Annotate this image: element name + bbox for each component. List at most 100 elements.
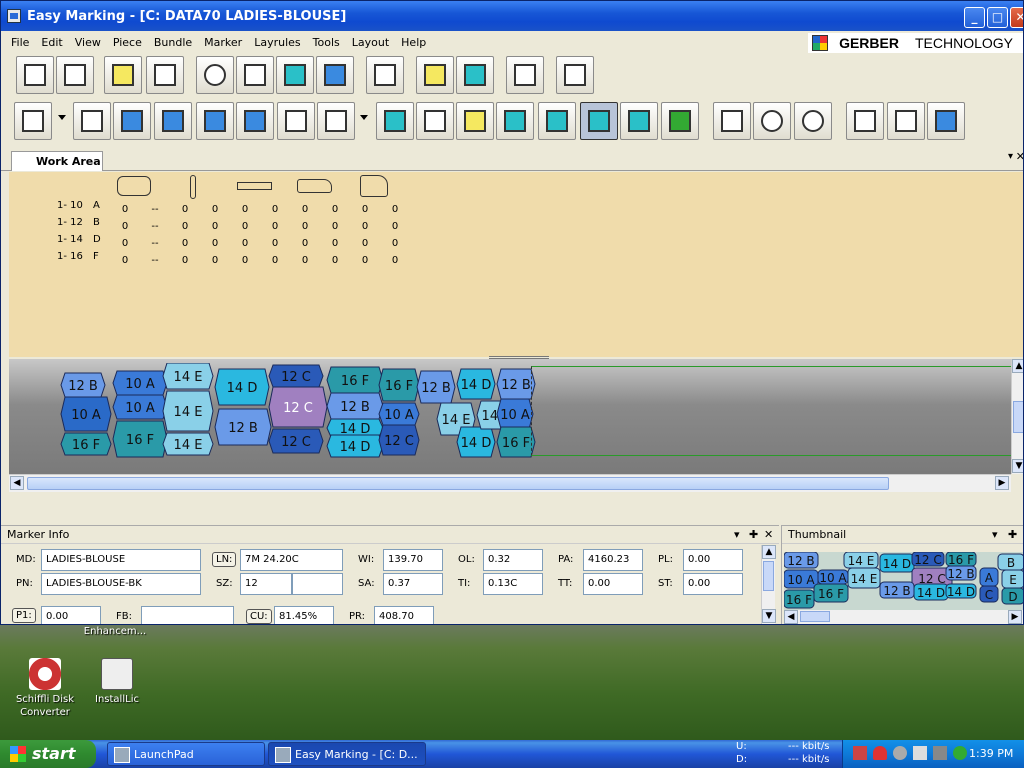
panel-close-icon[interactable]: ✕ <box>764 528 773 541</box>
ln-field[interactable]: 7M 24.20C <box>240 549 343 571</box>
cu-label[interactable]: CU: <box>246 609 272 624</box>
pn-field[interactable]: LADIES-BLOUSE-BK <box>41 573 201 595</box>
marker-piece[interactable]: 14 E <box>162 363 214 390</box>
marker-vertical-scrollbar[interactable]: ▲ ▼ <box>1011 359 1023 474</box>
flip-horizontal-button[interactable] <box>14 102 52 140</box>
size-count[interactable]: 0 <box>327 204 343 215</box>
md-field[interactable]: LADIES-BLOUSE <box>41 549 201 571</box>
grid-button[interactable] <box>661 102 699 140</box>
fold-button[interactable] <box>236 102 274 140</box>
size-count[interactable]: 0 <box>237 238 253 249</box>
info-scroll-up-icon[interactable]: ▲ <box>762 545 776 559</box>
shield-tray-icon[interactable] <box>873 746 887 760</box>
tab-work-area[interactable]: Work Area <box>11 151 103 171</box>
report-button[interactable] <box>506 56 544 94</box>
add-bundle-button[interactable] <box>456 56 494 94</box>
marker-piece[interactable]: 12 B <box>416 370 456 404</box>
thumb-scroll-thumb[interactable] <box>800 611 830 622</box>
scroll-left-icon[interactable]: ◀ <box>10 476 24 490</box>
toolbar-dropdown-arrow-icon[interactable] <box>58 115 66 120</box>
dual-view-button[interactable] <box>887 102 925 140</box>
toolbar-dropdown-arrow-icon[interactable] <box>360 115 368 120</box>
bulb-outline-button[interactable] <box>794 102 832 140</box>
thumb-pin-icon[interactable]: ✚ <box>1008 528 1017 541</box>
group-button[interactable] <box>73 102 111 140</box>
marker-piece[interactable]: 14 D <box>456 426 496 458</box>
rotate-45-button[interactable] <box>317 102 355 140</box>
flag-tray-icon[interactable] <box>853 746 867 760</box>
menu-file[interactable]: File <box>5 36 35 49</box>
size-count[interactable]: 0 <box>267 255 283 266</box>
piece-shape-2[interactable] <box>190 175 196 199</box>
marker-piece[interactable]: 12 B <box>326 392 384 420</box>
marker-piece[interactable]: 14 D <box>326 418 384 438</box>
start-button[interactable]: start <box>0 740 96 768</box>
speaker-tray-icon[interactable] <box>893 746 907 760</box>
bounds-button[interactable] <box>620 102 658 140</box>
size-count[interactable]: 0 <box>327 238 343 249</box>
size-count[interactable]: 0 <box>357 238 373 249</box>
single-view-button[interactable] <box>846 102 884 140</box>
marker-piece[interactable]: 12 B <box>496 368 536 400</box>
network-tray-icon[interactable] <box>913 746 927 760</box>
hscroll-thumb[interactable] <box>27 477 889 490</box>
size-count[interactable]: 0 <box>357 221 373 232</box>
cu-field[interactable]: 81.45% <box>274 606 334 624</box>
marker-piece[interactable]: 12 C <box>268 428 324 454</box>
size-count[interactable]: 0 <box>177 221 193 232</box>
butt-left-button[interactable] <box>154 102 192 140</box>
sz-field-2[interactable] <box>292 573 343 595</box>
match-button[interactable] <box>496 102 534 140</box>
marker-piece[interactable]: 14 D <box>456 368 496 400</box>
tt-field[interactable]: 0.00 <box>583 573 643 595</box>
menu-help[interactable]: Help <box>395 36 432 49</box>
butt-right-button[interactable] <box>113 102 151 140</box>
select-button[interactable] <box>366 56 404 94</box>
marker-piece[interactable]: 16 F <box>60 432 112 456</box>
thumbnail-view[interactable]: 12 B 14 E 14 D 12 C 16 F B10 A 10 A 14 E 12 C 12 … <box>784 552 1024 610</box>
mirror-button[interactable] <box>713 102 751 140</box>
size-count[interactable]: 0 <box>387 204 403 215</box>
slide-right-button[interactable] <box>196 102 234 140</box>
rotate-button[interactable] <box>277 102 315 140</box>
size-count[interactable]: 0 <box>237 204 253 215</box>
size-count[interactable]: -- <box>147 255 163 266</box>
size-count[interactable]: 0 <box>177 255 193 266</box>
st-field[interactable]: 0.00 <box>683 573 743 595</box>
size-count[interactable]: 0 <box>327 221 343 232</box>
move-selection-button[interactable] <box>556 56 594 94</box>
scroll-down-icon[interactable]: ▼ <box>1012 459 1023 473</box>
size-count[interactable]: 0 <box>267 221 283 232</box>
wi-field[interactable]: 139.70 <box>383 549 443 571</box>
zoom-in-button[interactable] <box>276 56 314 94</box>
marker-piece[interactable]: 16 F <box>378 368 420 402</box>
size-count[interactable]: 0 <box>117 204 133 215</box>
buffer-button[interactable] <box>416 102 454 140</box>
shrink-button[interactable] <box>456 102 494 140</box>
size-count[interactable]: 0 <box>387 238 403 249</box>
zoom-region-button[interactable] <box>316 56 354 94</box>
size-count[interactable]: 0 <box>207 238 223 249</box>
marker-view[interactable]: 12 B 10 A 10 A 10 A 16 F 16 F 14 E 14 E 14 E 14 D… <box>9 359 1011 474</box>
task-easy-marking[interactable]: Easy Marking - [C: D... <box>268 742 426 766</box>
desktop-enhancement-shortcut[interactable]: Enhancem... <box>70 625 160 638</box>
size-count[interactable]: -- <box>147 221 163 232</box>
menu-bundle[interactable]: Bundle <box>148 36 198 49</box>
info-scroll-thumb[interactable] <box>763 561 774 591</box>
sa-field[interactable]: 0.37 <box>383 573 443 595</box>
marker-piece[interactable]: 10 A <box>60 396 112 432</box>
pl-field[interactable]: 0.00 <box>683 549 743 571</box>
globe-tray-icon[interactable] <box>953 746 967 760</box>
menu-edit[interactable]: Edit <box>35 36 68 49</box>
menu-layrules[interactable]: Layrules <box>248 36 306 49</box>
piece-button[interactable] <box>376 102 414 140</box>
info-scroll-down-icon[interactable]: ▼ <box>762 609 776 623</box>
size-count[interactable]: 0 <box>177 204 193 215</box>
vscroll-thumb[interactable] <box>1013 401 1023 433</box>
size-count[interactable]: 0 <box>237 221 253 232</box>
thumbnail-view-button[interactable] <box>927 102 965 140</box>
menu-layout[interactable]: Layout <box>346 36 395 49</box>
size-count[interactable]: 0 <box>177 238 193 249</box>
marker-piece[interactable]: 14 D <box>326 434 384 458</box>
piece-shape-5[interactable] <box>360 175 388 197</box>
